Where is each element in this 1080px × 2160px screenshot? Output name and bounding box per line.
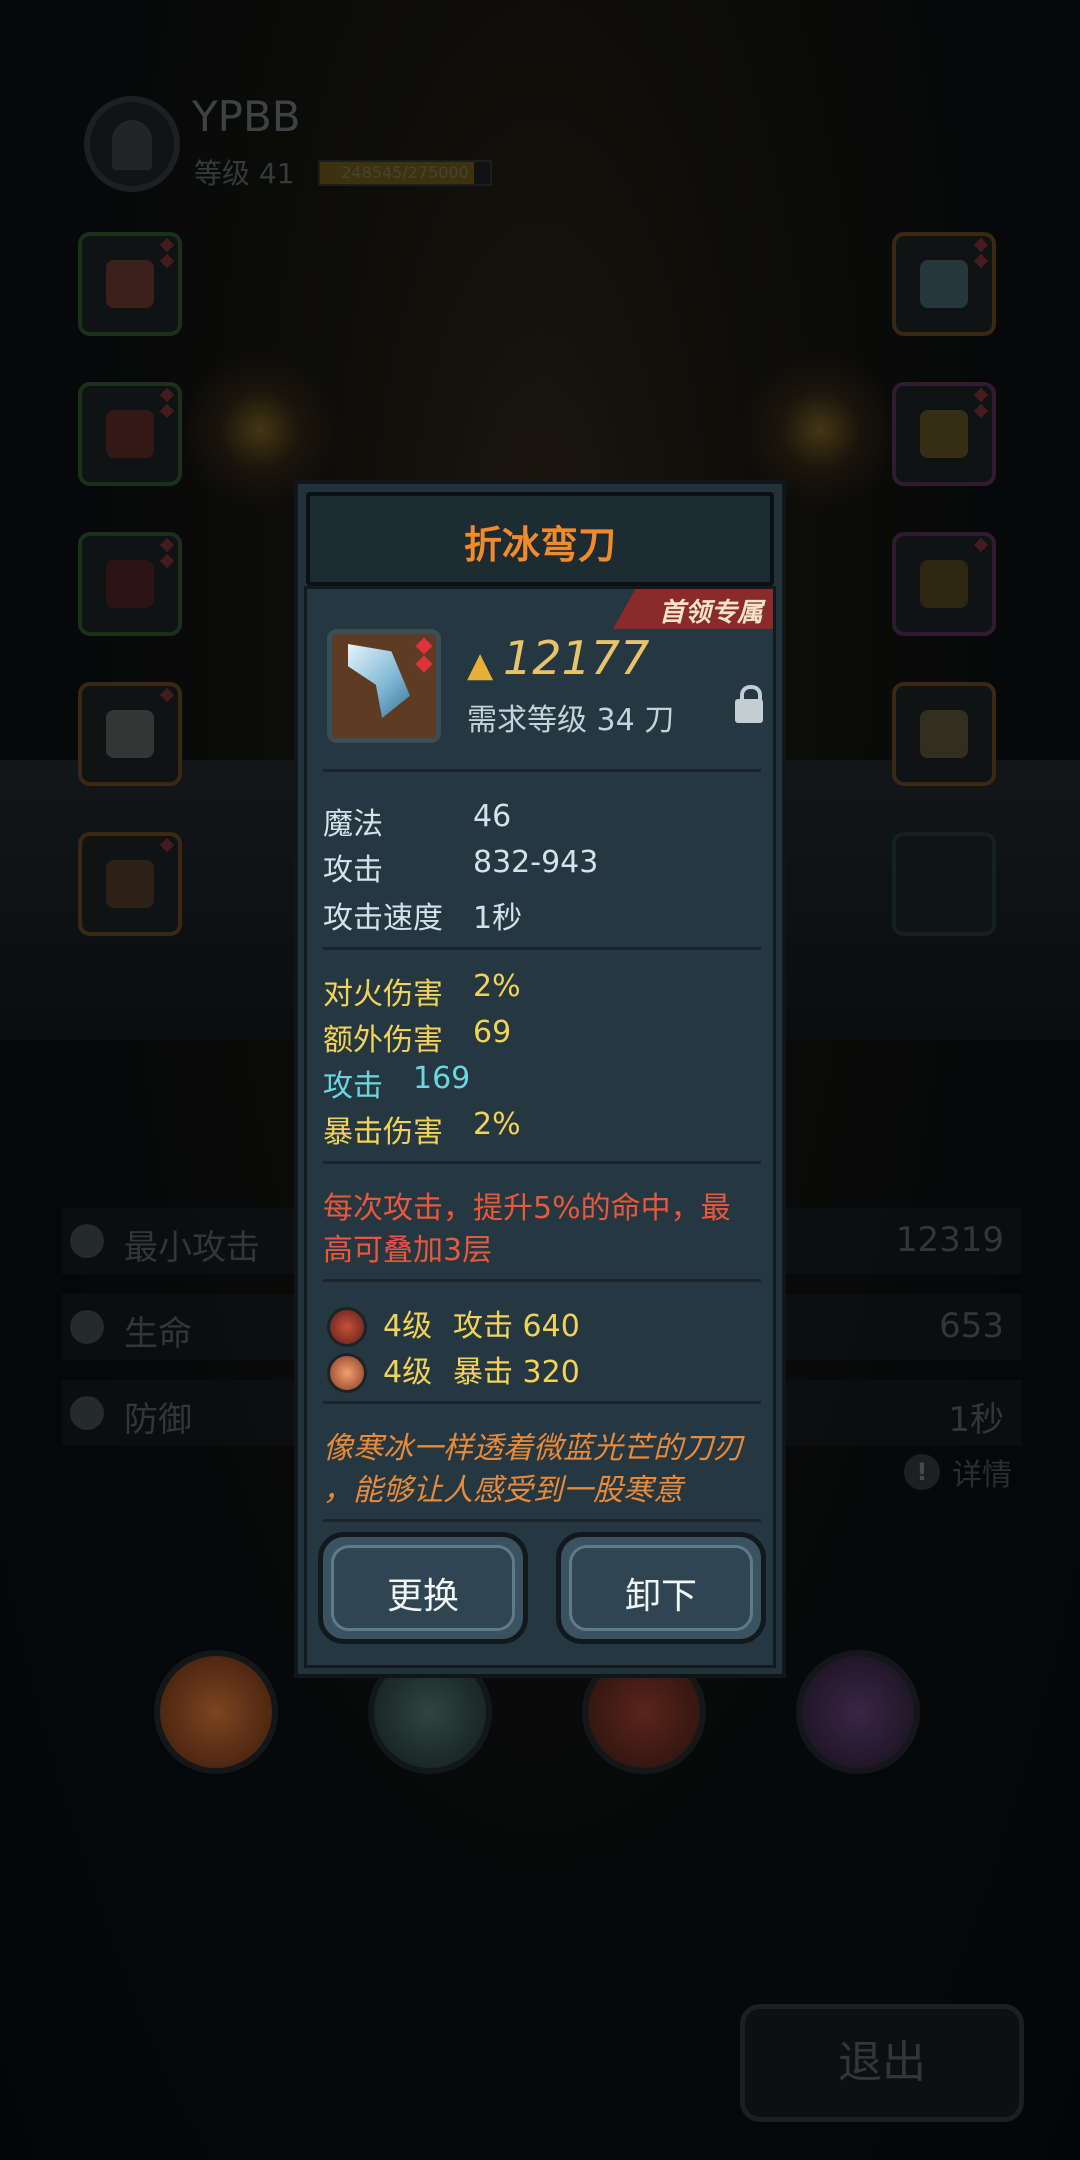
base-stat-label: 攻击速度 bbox=[323, 901, 443, 936]
bonus-stat-label: 额外伤害 bbox=[323, 1023, 443, 1058]
bonus-stat-value: 69 bbox=[473, 1015, 512, 1050]
unequip-button-label: 卸下 bbox=[624, 1576, 697, 1617]
dialog-title-bar: 折冰弯刀 bbox=[306, 492, 774, 586]
bonus-stat-value: 2% bbox=[473, 969, 521, 1004]
item-requirement: 需求等级 34 刀 bbox=[467, 703, 675, 738]
replace-button-label: 更换 bbox=[386, 1576, 459, 1617]
ruby-gem-icon bbox=[327, 1307, 367, 1347]
base-stat-value: 46 bbox=[473, 799, 512, 834]
replace-button[interactable]: 更换 bbox=[318, 1532, 528, 1644]
item-title: 折冰弯刀 bbox=[463, 523, 616, 567]
crit-gem-icon bbox=[327, 1353, 367, 1393]
gem-level: 4级 bbox=[383, 1309, 433, 1344]
unequip-button[interactable]: 卸下 bbox=[556, 1532, 766, 1644]
base-stat-value: 1秒 bbox=[473, 901, 523, 936]
divider bbox=[323, 1519, 761, 1522]
divider bbox=[323, 1161, 761, 1164]
bonus-stat-label: 对火伤害 bbox=[323, 977, 443, 1012]
flavor-text-line2: ，能够让人感受到一股寒意 bbox=[323, 1473, 683, 1508]
base-stat-label: 攻击 bbox=[323, 853, 383, 888]
base-stat-label: 魔法 bbox=[323, 807, 383, 842]
lock-icon[interactable] bbox=[735, 685, 763, 723]
gem-stat: 暴击 320 bbox=[453, 1355, 580, 1390]
divider bbox=[323, 947, 761, 950]
divider bbox=[323, 1279, 761, 1282]
item-icon bbox=[327, 629, 441, 743]
bonus-stat-label: 攻击 bbox=[323, 1069, 383, 1104]
divider bbox=[323, 1401, 761, 1404]
badge-label: 首领专属 bbox=[658, 598, 763, 628]
item-power: 12177 bbox=[503, 631, 650, 685]
bonus-stat-value: 2% bbox=[473, 1107, 521, 1142]
effect-text-line2: 高可叠加3层 bbox=[323, 1233, 493, 1268]
bonus-stat-label: 暴击伤害 bbox=[323, 1115, 443, 1150]
base-stat-value: 832-943 bbox=[473, 845, 599, 880]
item-dialog: 折冰弯刀 首领专属 ▲ 12177 需求等级 34 刀 魔法 46 攻击 832… bbox=[294, 480, 786, 1678]
scimitar-icon bbox=[348, 644, 410, 718]
effect-text-line1: 每次攻击，提升5%的命中，最 bbox=[323, 1191, 731, 1226]
gem-level: 4级 bbox=[383, 1355, 433, 1390]
gem-stat: 攻击 640 bbox=[453, 1309, 580, 1344]
power-icon: ▲ bbox=[467, 645, 494, 685]
divider bbox=[323, 769, 761, 772]
bonus-stat-value: 169 bbox=[413, 1061, 471, 1096]
boss-exclusive-badge: 首领专属 bbox=[613, 589, 773, 629]
item-details: 首领专属 ▲ 12177 需求等级 34 刀 魔法 46 攻击 832-943 … bbox=[304, 586, 776, 1668]
flavor-text-line1: 像寒冰一样透着微蓝光芒的刀刃 bbox=[323, 1431, 743, 1466]
